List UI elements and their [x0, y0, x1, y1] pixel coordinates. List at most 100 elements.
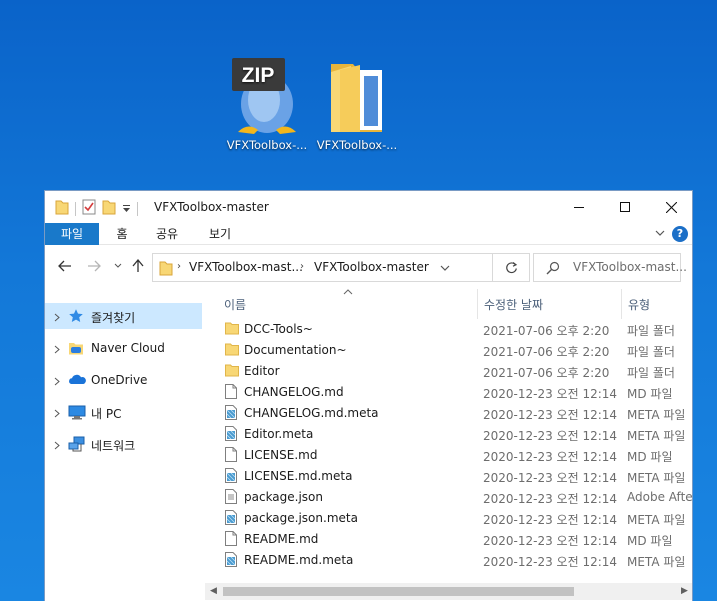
column-header-label: 수정한 날짜 — [484, 298, 544, 312]
search-placeholder: VFXToolbox-mast... — [573, 260, 687, 274]
file-type: MD 파일 — [627, 387, 673, 401]
address-bar[interactable]: › VFXToolbox-mast... › VFXToolbox-master — [152, 253, 530, 282]
nav-item-onedrive[interactable]: OneDrive — [45, 367, 202, 393]
tab-share[interactable]: 공유 — [149, 223, 185, 245]
file-row[interactable]: Editor 2021-07-06 오후 2:20 파일 폴더 — [205, 361, 692, 382]
file-row[interactable]: Editor.meta 2020-12-23 오전 12:14 META 파일 — [205, 424, 692, 445]
expand-chevron-icon[interactable] — [54, 343, 60, 357]
customize-toolbar-icon[interactable] — [122, 202, 131, 216]
file-type: MD 파일 — [627, 450, 673, 464]
breadcrumb-separator-icon[interactable]: › — [177, 261, 181, 272]
star-icon — [68, 308, 84, 327]
file-date: 2021-07-06 오후 2:20 — [483, 324, 610, 338]
file-row[interactable]: LICENSE.md.meta 2020-12-23 오전 12:14 META 파… — [205, 466, 692, 487]
breadcrumb-item[interactable]: VFXToolbox-master — [314, 260, 429, 274]
expand-chevron-icon[interactable] — [54, 375, 60, 389]
column-header-label: 유형 — [628, 298, 651, 312]
search-box[interactable]: VFXToolbox-mast... — [533, 253, 687, 282]
help-icon[interactable]: ? — [672, 226, 688, 242]
desktop-icon-label: VFXToolbox-... — [316, 138, 398, 152]
separator — [75, 201, 76, 216]
expand-chevron-icon[interactable] — [54, 439, 60, 453]
desktop-icon-folder[interactable]: VFXToolbox-... — [314, 56, 400, 152]
onedrive-icon — [68, 372, 86, 391]
recent-locations-button[interactable] — [110, 258, 126, 274]
file-icon — [225, 510, 237, 528]
file-name: Editor — [244, 364, 280, 378]
file-row[interactable]: CHANGELOG.md 2020-12-23 오전 12:14 MD 파일 — [205, 382, 692, 403]
file-name: DCC-Tools~ — [244, 322, 313, 336]
separator — [137, 201, 138, 216]
back-arrow-icon — [58, 260, 71, 272]
properties-icon[interactable] — [82, 199, 96, 218]
nav-item-label: 네트워크 — [91, 439, 136, 453]
desktop-icon-label: VFXToolbox-... — [226, 138, 308, 152]
column-header-type[interactable]: 유형 — [622, 289, 692, 319]
file-icon — [225, 552, 237, 570]
refresh-button[interactable] — [492, 254, 530, 281]
file-icon — [225, 447, 237, 465]
column-header-name[interactable]: 이름 — [205, 289, 477, 319]
maximize-button[interactable] — [602, 191, 648, 223]
tab-view[interactable]: 보기 — [202, 223, 238, 245]
file-date: 2021-07-06 오후 2:20 — [483, 345, 610, 359]
minimize-icon — [574, 207, 584, 208]
minimize-button[interactable] — [556, 191, 602, 223]
file-name: README.md — [244, 532, 319, 546]
scrollbar-thumb[interactable] — [223, 587, 574, 596]
desktop-icon-zip[interactable]: ZIP VFXToolbox-... — [224, 56, 310, 152]
file-date: 2020-12-23 오전 12:14 — [483, 513, 618, 527]
expand-chevron-icon[interactable] — [54, 311, 60, 325]
up-arrow-icon — [132, 259, 144, 272]
file-type: 파일 폴더 — [627, 366, 675, 380]
file-row[interactable]: DCC-Tools~ 2021-07-06 오후 2:20 파일 폴더 — [205, 319, 692, 340]
chevron-down-icon — [114, 263, 122, 268]
file-row[interactable]: package.json.meta 2020-12-23 오전 12:14 META… — [205, 508, 692, 529]
breadcrumb-item[interactable]: VFXToolbox-mast... — [189, 260, 303, 274]
forward-arrow-icon — [88, 260, 101, 272]
horizontal-scrollbar[interactable]: ◀ ▶ — [205, 583, 692, 600]
file-row[interactable]: LICENSE.md 2020-12-23 오전 12:14 MD 파일 — [205, 445, 692, 466]
file-row[interactable]: Documentation~ 2021-07-06 오후 2:20 파일 폴더 — [205, 340, 692, 361]
file-row[interactable]: CHANGELOG.md.meta 2020-12-23 오전 12:14 META… — [205, 403, 692, 424]
search-icon — [546, 261, 560, 278]
column-header-date[interactable]: 수정한 날짜 — [478, 289, 620, 319]
file-name: package.json.meta — [244, 511, 358, 525]
tab-home[interactable]: 홈 — [107, 223, 137, 245]
expand-chevron-icon[interactable] — [54, 407, 60, 421]
nav-item-this-pc[interactable]: 내 PC — [45, 399, 202, 425]
maximize-icon — [620, 202, 630, 212]
file-row[interactable]: package.json 2020-12-23 오전 12:14 Adobe Aft… — [205, 487, 692, 508]
nav-item-network[interactable]: 네트워크 — [45, 431, 202, 457]
file-icon — [225, 405, 237, 423]
breadcrumb-separator-icon[interactable]: › — [300, 261, 304, 272]
quick-access-toolbar — [55, 199, 138, 218]
explorer-window: VFXToolbox-master 파일 홈 공유 보기 ? › VFXTool… — [44, 190, 693, 601]
address-dropdown-icon[interactable] — [439, 262, 451, 277]
file-type: MD 파일 — [627, 534, 673, 548]
new-folder-icon[interactable] — [102, 199, 116, 218]
close-button[interactable] — [648, 191, 692, 223]
file-row[interactable]: README.md 2020-12-23 오전 12:14 MD 파일 — [205, 529, 692, 550]
nav-item-quick-access[interactable]: 즐겨찾기 — [45, 303, 202, 329]
tab-file[interactable]: 파일 — [45, 223, 99, 245]
file-row[interactable]: README.md.meta 2020-12-23 오전 12:14 META 파일 — [205, 550, 692, 571]
back-button[interactable] — [57, 258, 73, 274]
file-list: 이름 수정한 날짜 유형 DCC-Tools~ 2021-07-06 오후 2:2… — [205, 289, 692, 601]
ribbon-tabs: 파일 홈 공유 보기 ? — [45, 223, 692, 245]
network-icon — [68, 436, 86, 455]
expand-ribbon-icon[interactable] — [654, 227, 666, 242]
scroll-right-icon[interactable]: ▶ — [681, 586, 688, 596]
folder-small-icon — [55, 199, 69, 218]
scroll-left-icon[interactable]: ◀ — [210, 586, 217, 596]
file-icon — [225, 489, 237, 507]
forward-button[interactable] — [86, 258, 102, 274]
nav-item-naver-cloud[interactable]: Naver Cloud — [45, 335, 202, 361]
zip-archive-icon: ZIP — [224, 56, 310, 136]
nav-item-label: 내 PC — [91, 407, 122, 421]
title-bar: VFXToolbox-master — [45, 191, 692, 223]
file-type: 파일 폴더 — [627, 345, 675, 359]
folder-icon — [225, 342, 239, 359]
up-button[interactable] — [130, 258, 146, 274]
column-header-label: 이름 — [224, 298, 247, 312]
